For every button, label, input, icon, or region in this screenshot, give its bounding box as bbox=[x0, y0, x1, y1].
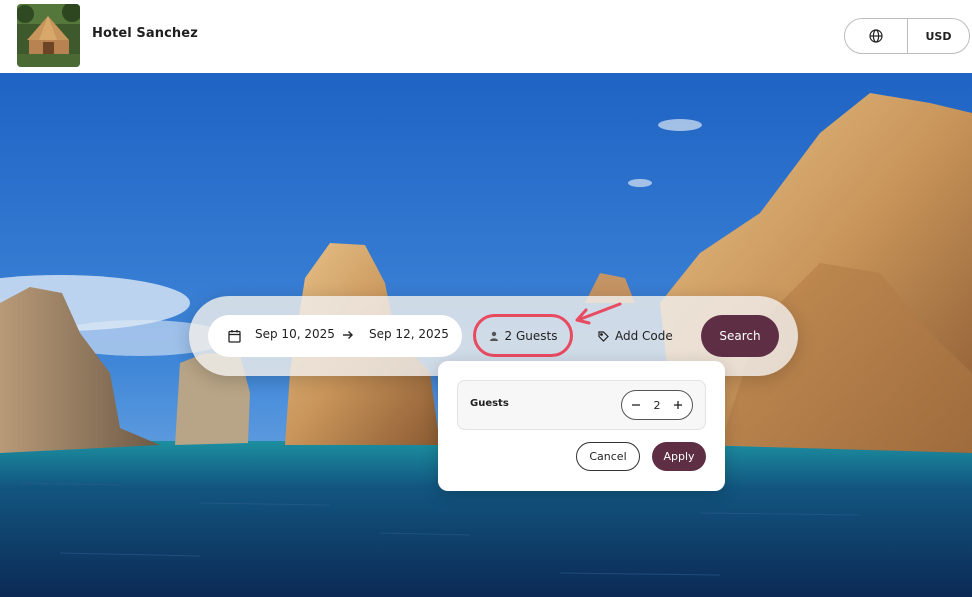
search-button[interactable]: Search bbox=[701, 315, 779, 357]
guests-label: 2 Guests bbox=[504, 328, 558, 343]
apply-button[interactable]: Apply bbox=[652, 442, 706, 471]
hotel-name: Hotel Sanchez bbox=[92, 26, 198, 41]
arrow-right-icon bbox=[343, 331, 353, 339]
locale-selector: USD bbox=[844, 18, 970, 54]
plus-icon bbox=[674, 401, 682, 409]
cancel-button[interactable]: Cancel bbox=[576, 442, 640, 471]
guests-row: Guests 2 bbox=[457, 380, 706, 430]
language-button[interactable] bbox=[845, 19, 908, 53]
guests-dropdown: Guests 2 Cancel Apply bbox=[438, 361, 725, 491]
minus-icon bbox=[632, 404, 640, 406]
guests-row-label: Guests bbox=[470, 398, 509, 409]
hotel-logo[interactable] bbox=[17, 4, 80, 67]
guests-count: 2 bbox=[653, 398, 661, 412]
check-in-date: Sep 10, 2025 bbox=[255, 327, 335, 341]
add-code-button[interactable]: Add Code bbox=[598, 326, 673, 346]
person-icon bbox=[489, 331, 498, 341]
add-code-label: Add Code bbox=[615, 329, 673, 343]
decrement-button[interactable] bbox=[630, 399, 642, 411]
annotation-arrow bbox=[575, 302, 622, 325]
site-header: Hotel Sanchez USD bbox=[0, 0, 972, 73]
guests-button[interactable]: 2 Guests bbox=[473, 314, 573, 357]
calendar-icon bbox=[228, 330, 241, 343]
guests-stepper: 2 bbox=[621, 390, 693, 420]
tag-icon bbox=[598, 330, 609, 342]
globe-icon bbox=[869, 29, 883, 43]
increment-button[interactable] bbox=[672, 399, 684, 411]
date-range-picker[interactable]: Sep 10, 2025 Sep 12, 2025 bbox=[208, 315, 462, 357]
check-out-date: Sep 12, 2025 bbox=[369, 327, 449, 341]
currency-button[interactable]: USD bbox=[908, 19, 969, 53]
